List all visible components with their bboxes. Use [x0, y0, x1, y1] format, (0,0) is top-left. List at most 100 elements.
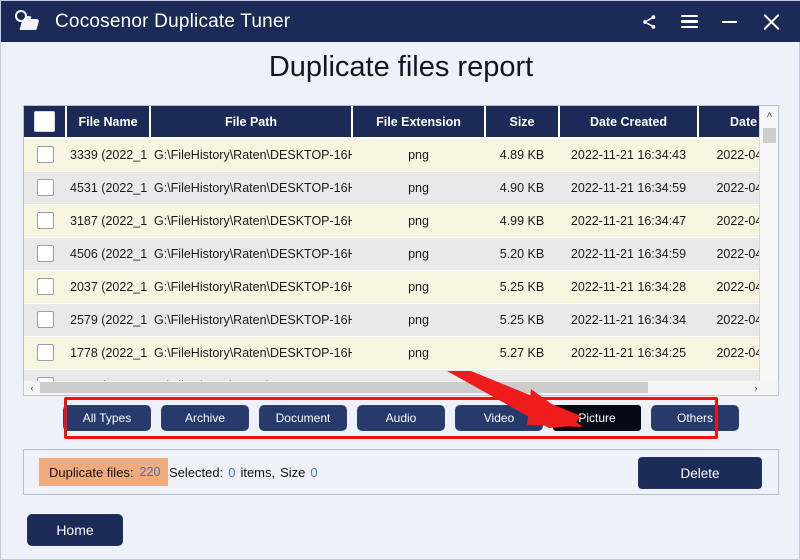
- window-controls: [629, 1, 800, 42]
- filter-bar-highlight-annotation: [64, 397, 718, 439]
- table-vertical-scrollbar[interactable]: ˄ ˅: [759, 106, 778, 394]
- hamburger-menu-icon[interactable]: [669, 1, 709, 42]
- row-checkbox-cell[interactable]: [24, 336, 66, 370]
- share-icon[interactable]: [629, 1, 669, 42]
- cell-file-path: G:\FileHistory\Raten\DESKTOP-16H58I: [150, 171, 352, 205]
- cell-file-path: G:\FileHistory\Raten\DESKTOP-16H58I: [150, 336, 352, 370]
- minimize-icon[interactable]: [709, 1, 749, 42]
- duplicate-files-chip: Duplicate files: 220: [39, 458, 169, 486]
- cell-date-created: 2022-11-21 16:34:28: [559, 270, 698, 304]
- cell-date-created: 2022-11-21 16:34:34: [559, 303, 698, 337]
- table-row[interactable]: 1778 (2022_1 G:\FileHistory\Raten\DESKTOP…: [24, 336, 759, 370]
- row-checkbox[interactable]: [36, 344, 54, 361]
- cell-file-extension: png: [352, 138, 485, 172]
- size-label: Size: [280, 464, 306, 480]
- duplicate-files-table-panel: File Name File Path File Extension Size …: [23, 105, 779, 395]
- magnifier-folder-icon: [13, 9, 43, 35]
- row-checkbox[interactable]: [36, 146, 54, 164]
- cell-size: 4.89 KB: [485, 138, 559, 172]
- vertical-scroll-thumb[interactable]: [763, 128, 776, 143]
- cell-date-created: 2022-11-21 16:34:59: [559, 237, 698, 271]
- column-header-file-name[interactable]: File Name: [66, 106, 151, 139]
- cell-file-name: 3339 (2022_1: [66, 138, 150, 172]
- selection-summary: Selected: 0 items, Size 0: [169, 458, 318, 486]
- column-header-date-created[interactable]: Date Created: [559, 106, 699, 139]
- scroll-right-arrow-icon[interactable]: ›: [749, 381, 763, 394]
- table-row[interactable]: 3339 (2022_1 G:\FileHistory\Raten\DESKTOP…: [24, 138, 759, 172]
- column-header-date-modified[interactable]: Date Modified: [698, 106, 759, 139]
- cell-date-modified: 2022-04-29 09:41:5: [698, 336, 759, 370]
- cell-date-modified: 2022-04-29 09:42:5: [698, 204, 759, 238]
- cell-size: 5.25 KB: [485, 303, 559, 337]
- cell-date-created: 2022-11-21 16:34:25: [559, 336, 698, 370]
- cell-file-name: 4531 (2022_1: [66, 171, 150, 205]
- row-checkbox-cell[interactable]: [24, 204, 66, 238]
- cell-date-created: 2022-11-21 16:34:47: [559, 204, 698, 238]
- column-header-file-extension[interactable]: File Extension: [352, 106, 486, 139]
- page-title: Duplicate files report: [268, 51, 534, 83]
- table-scroll-viewport: File Name File Path File Extension Size …: [24, 106, 759, 394]
- cell-size: 5.27 KB: [485, 336, 559, 370]
- selected-count: 0: [228, 464, 236, 480]
- row-checkbox[interactable]: [36, 212, 54, 229]
- table-horizontal-scrollbar[interactable]: ‹ ›: [23, 381, 779, 396]
- cell-file-extension: png: [352, 237, 485, 271]
- cell-file-name: 1778 (2022_1: [66, 336, 150, 370]
- cell-file-path: G:\FileHistory\Raten\DESKTOP-16H58I: [150, 138, 352, 172]
- cell-file-name: 2037 (2022_1: [66, 270, 150, 304]
- row-checkbox-cell[interactable]: [24, 171, 66, 205]
- selected-size-value: 0: [310, 464, 318, 480]
- row-checkbox[interactable]: [36, 179, 54, 196]
- row-checkbox-cell[interactable]: [24, 138, 66, 172]
- cell-date-modified: 2022-04-29 09:42:4: [698, 171, 759, 205]
- cell-date-modified: 2022-04-29 09:42:4: [698, 237, 759, 271]
- cell-size: 4.90 KB: [485, 171, 559, 205]
- cell-date-created: 2022-11-21 16:34:43: [559, 138, 698, 172]
- row-checkbox[interactable]: [36, 245, 54, 262]
- table-row[interactable]: 3187 (2022_1 G:\FileHistory\Raten\DESKTOP…: [24, 204, 759, 238]
- select-all-checkbox[interactable]: [34, 111, 55, 132]
- scroll-up-arrow-icon[interactable]: ˄: [760, 106, 779, 124]
- row-checkbox-cell[interactable]: [24, 237, 66, 271]
- table-row[interactable]: 4531 (2022_1 G:\FileHistory\Raten\DESKTOP…: [24, 171, 759, 205]
- row-checkbox-cell[interactable]: [24, 270, 66, 304]
- horizontal-scroll-thumb[interactable]: [40, 382, 648, 393]
- title-bar: Cocosenor Duplicate Tuner: [1, 1, 800, 42]
- column-header-size[interactable]: Size: [485, 106, 560, 139]
- selected-items-word: items,: [240, 464, 276, 480]
- table-row[interactable]: 2037 (2022_1 G:\FileHistory\Raten\DESKTOP…: [24, 270, 759, 304]
- cell-file-name: 3187 (2022_1: [66, 204, 150, 238]
- duplicate-files-table: File Name File Path File Extension Size …: [24, 106, 759, 394]
- cell-date-modified: 2022-04-29 09:42:1: [698, 138, 759, 172]
- status-panel: Duplicate files: 220 Selected: 0 items, …: [23, 449, 779, 495]
- cell-date-modified: 2022-04-29 09:42:0: [698, 303, 759, 337]
- close-icon[interactable]: [749, 1, 793, 42]
- duplicate-files-label: Duplicate files:: [49, 464, 134, 480]
- cell-file-path: G:\FileHistory\Raten\DESKTOP-16H58I: [150, 270, 352, 304]
- selected-label: Selected:: [169, 464, 224, 480]
- row-checkbox[interactable]: [36, 278, 54, 295]
- table-row[interactable]: 4506 (2022_1 G:\FileHistory\Raten\DESKTOP…: [24, 237, 759, 271]
- cell-size: 5.25 KB: [485, 270, 559, 304]
- cell-file-extension: png: [352, 303, 485, 337]
- cell-file-extension: png: [352, 336, 485, 370]
- table-row[interactable]: 2579 (2022_1 G:\FileHistory\Raten\DESKTOP…: [24, 303, 759, 337]
- select-all-header[interactable]: [24, 106, 67, 139]
- duplicate-files-count: 220: [139, 465, 161, 479]
- cell-file-path: G:\FileHistory\Raten\DESKTOP-16H58I: [150, 303, 352, 337]
- cell-date-modified: 2022-04-29 09:41:5: [698, 270, 759, 304]
- row-checkbox-cell[interactable]: [24, 303, 66, 337]
- cell-file-extension: png: [352, 270, 485, 304]
- cell-file-path: G:\FileHistory\Raten\DESKTOP-16H58I: [150, 237, 352, 271]
- cell-file-extension: png: [352, 171, 485, 205]
- delete-button[interactable]: Delete: [638, 457, 762, 489]
- cell-size: 4.99 KB: [485, 204, 559, 238]
- home-button[interactable]: Home: [27, 514, 123, 546]
- scroll-left-arrow-icon[interactable]: ‹: [25, 381, 39, 394]
- app-window: Cocosenor Duplicate Tuner Duplicate file…: [0, 0, 800, 560]
- row-checkbox[interactable]: [36, 311, 54, 328]
- cell-size: 5.20 KB: [485, 237, 559, 271]
- cell-date-created: 2022-11-21 16:34:59: [559, 171, 698, 205]
- app-title: Cocosenor Duplicate Tuner: [55, 10, 291, 32]
- column-header-file-path[interactable]: File Path: [150, 106, 353, 139]
